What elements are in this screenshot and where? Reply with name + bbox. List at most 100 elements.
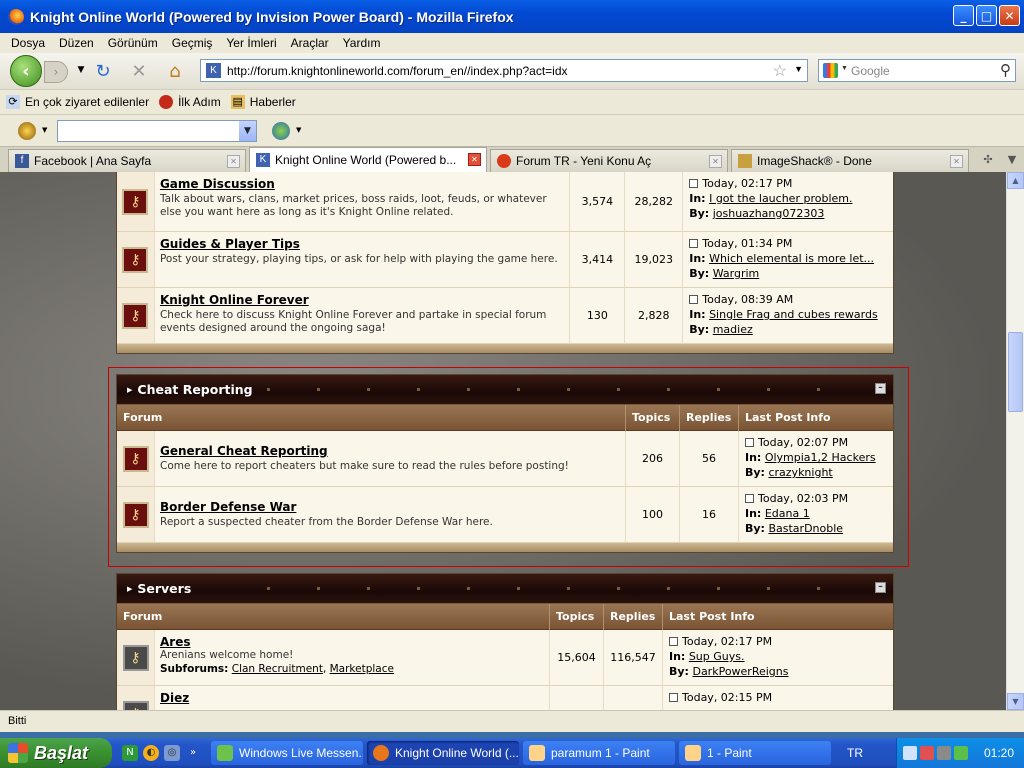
col-replies: Replies (604, 603, 663, 630)
forum-replies (604, 686, 663, 710)
history-dropdown-icon[interactable]: ▼ (70, 65, 92, 75)
search-bar[interactable]: ▼ Google ⚲ (818, 59, 1016, 82)
scroll-down-icon[interactable]: ▼ (1007, 693, 1024, 710)
quick-launch-browser-icon[interactable]: ◎ (164, 745, 180, 761)
forum-row: ⚷ Game Discussion Talk about wars, clans… (117, 172, 893, 232)
language-indicator[interactable]: TR (835, 746, 875, 760)
forum-name-link[interactable]: Border Defense War (160, 500, 620, 514)
minimize-category-icon[interactable]: – (875, 582, 886, 593)
subforum-link[interactable]: Clan Recruitment (232, 663, 323, 675)
addon-combo-input[interactable]: ▼ (57, 120, 257, 142)
menu-dosya[interactable]: Dosya (4, 36, 52, 50)
reload-icon[interactable]: ↻ (92, 61, 114, 82)
messenger-tray-icon[interactable] (954, 746, 968, 760)
volume-icon[interactable] (937, 746, 951, 760)
stop-icon[interactable]: ✕ (128, 61, 150, 82)
close-button[interactable]: ✕ (999, 5, 1020, 26)
quick-launch: N ◐ ◎ » (112, 745, 211, 761)
menu-duzen[interactable]: Düzen (52, 36, 101, 50)
last-post-topic-link[interactable]: Sup Guys. (689, 650, 745, 663)
last-post-author-link[interactable]: DarkPowerReigns (692, 665, 788, 678)
tab-close-icon[interactable]: ✕ (468, 153, 481, 166)
tab-close-icon[interactable]: ✕ (950, 155, 963, 168)
minimize-button[interactable]: _ (953, 5, 974, 26)
home-icon[interactable]: ⌂ (164, 61, 186, 82)
scroll-up-icon[interactable]: ▲ (1007, 172, 1024, 189)
maximize-button[interactable]: □ (976, 5, 997, 26)
quick-launch-more-icon[interactable]: » (185, 745, 201, 761)
forum-name-link[interactable]: Diez (160, 691, 544, 705)
last-post-author-link[interactable]: joshuazhang072303 (713, 207, 825, 220)
google-icon[interactable] (823, 63, 838, 78)
back-button[interactable]: ‹ (10, 55, 42, 87)
bookmark-news[interactable]: ▤ Haberler (230, 95, 296, 109)
forum-name-link[interactable]: Knight Online Forever (160, 293, 564, 307)
task-firefox[interactable]: Knight Online World (... (367, 741, 519, 765)
tab-label: ImageShack® - Done (757, 154, 872, 168)
bookmark-most-visited[interactable]: ⟳ En çok ziyaret edilenler (6, 95, 149, 109)
bookmark-first-steps[interactable]: İlk Adım (159, 95, 221, 109)
addon-dropdown-icon[interactable]: ▼ (42, 126, 47, 134)
last-post-icon[interactable] (669, 637, 678, 646)
task-messenger[interactable]: Windows Live Messen... (211, 741, 363, 765)
search-icon[interactable]: ⚲ (1000, 61, 1011, 79)
last-post-author-link[interactable]: Wargrim (713, 267, 760, 280)
forum-name-link[interactable]: Game Discussion (160, 177, 564, 191)
minimize-category-icon[interactable]: – (875, 383, 886, 394)
subforum-link[interactable]: Marketplace (330, 663, 394, 675)
start-button[interactable]: Başlat (0, 738, 112, 768)
vertical-scrollbar[interactable]: ▲ ▼ (1006, 172, 1024, 710)
last-post-icon[interactable] (689, 295, 699, 304)
tab-close-icon[interactable]: ✕ (709, 155, 722, 168)
globe-icon[interactable] (272, 122, 290, 140)
menu-gorunum[interactable]: Görünüm (101, 36, 165, 50)
last-post-topic-link[interactable]: I got the laucher problem. (709, 192, 852, 205)
menu-araclar[interactable]: Araçlar (284, 36, 336, 50)
bookmark-star-icon[interactable]: ☆ (773, 61, 787, 81)
last-post-author-link[interactable]: crazyknight (768, 466, 832, 479)
url-dropdown-icon[interactable]: ▼ (794, 64, 803, 74)
last-post-topic-link[interactable]: Olympia1,2 Hackers (765, 451, 876, 464)
clock[interactable]: 01:20 (984, 746, 1014, 760)
last-post-icon[interactable] (689, 179, 699, 188)
forum-name-link[interactable]: General Cheat Reporting (160, 444, 620, 458)
collapse-arrow-icon[interactable]: ▶ (127, 386, 132, 394)
combo-dropdown-icon[interactable]: ▼ (239, 121, 256, 141)
tab-imageshack[interactable]: ImageShack® - Done ✕ (731, 149, 969, 172)
task-paint-1[interactable]: paramum 1 - Paint (523, 741, 675, 765)
all-tabs-dropdown-icon[interactable]: ▼ (1000, 147, 1024, 172)
last-post-icon[interactable] (689, 239, 699, 248)
forum-name-link[interactable]: Ares (160, 635, 544, 649)
tab-close-icon[interactable]: ✕ (227, 155, 240, 168)
collapse-arrow-icon[interactable]: ▶ (127, 585, 132, 593)
last-post-icon[interactable] (745, 494, 754, 503)
tab-forum-tr[interactable]: Forum TR - Yeni Konu Aç ✕ (490, 149, 728, 172)
forward-button[interactable]: › (44, 61, 68, 83)
menu-gecmis[interactable]: Geçmiş (165, 36, 220, 50)
forum-name-link[interactable]: Guides & Player Tips (160, 237, 564, 251)
tab-facebook[interactable]: f Facebook | Ana Sayfa ✕ (8, 149, 246, 172)
quick-launch-app-icon[interactable]: N (122, 745, 138, 761)
globe-dropdown-icon[interactable]: ▼ (296, 126, 301, 134)
url-bar[interactable]: K http://forum.knightonlineworld.com/for… (200, 59, 808, 82)
last-post-author-link[interactable]: madiez (713, 323, 753, 336)
tab-knight-online[interactable]: K Knight Online World (Powered b... ✕ (249, 147, 487, 172)
last-post-topic-link[interactable]: Edana 1 (765, 507, 810, 520)
network-icon[interactable] (903, 746, 917, 760)
task-paint-2[interactable]: 1 - Paint (679, 741, 831, 765)
tab-list-icon[interactable]: ✣ (976, 147, 1000, 172)
search-engine-dropdown-icon[interactable]: ▼ (841, 65, 848, 72)
last-post-topic-link[interactable]: Which elemental is more let... (709, 252, 874, 265)
last-post-icon[interactable] (745, 438, 754, 447)
last-post-author-link[interactable]: BastarDnoble (768, 522, 843, 535)
menu-yardim[interactable]: Yardım (336, 36, 388, 50)
quick-launch-media-icon[interactable]: ◐ (143, 745, 159, 761)
security-icon[interactable] (920, 746, 934, 760)
last-post-topic-link[interactable]: Single Frag and cubes rewards (709, 308, 878, 321)
category-title[interactable]: Servers (137, 581, 191, 596)
menu-yer-imleri[interactable]: Yer İmleri (219, 36, 283, 50)
last-post-icon[interactable] (669, 693, 678, 702)
addon-icon[interactable] (18, 122, 36, 140)
scroll-thumb[interactable] (1008, 332, 1023, 412)
category-title[interactable]: Cheat Reporting (137, 382, 252, 397)
